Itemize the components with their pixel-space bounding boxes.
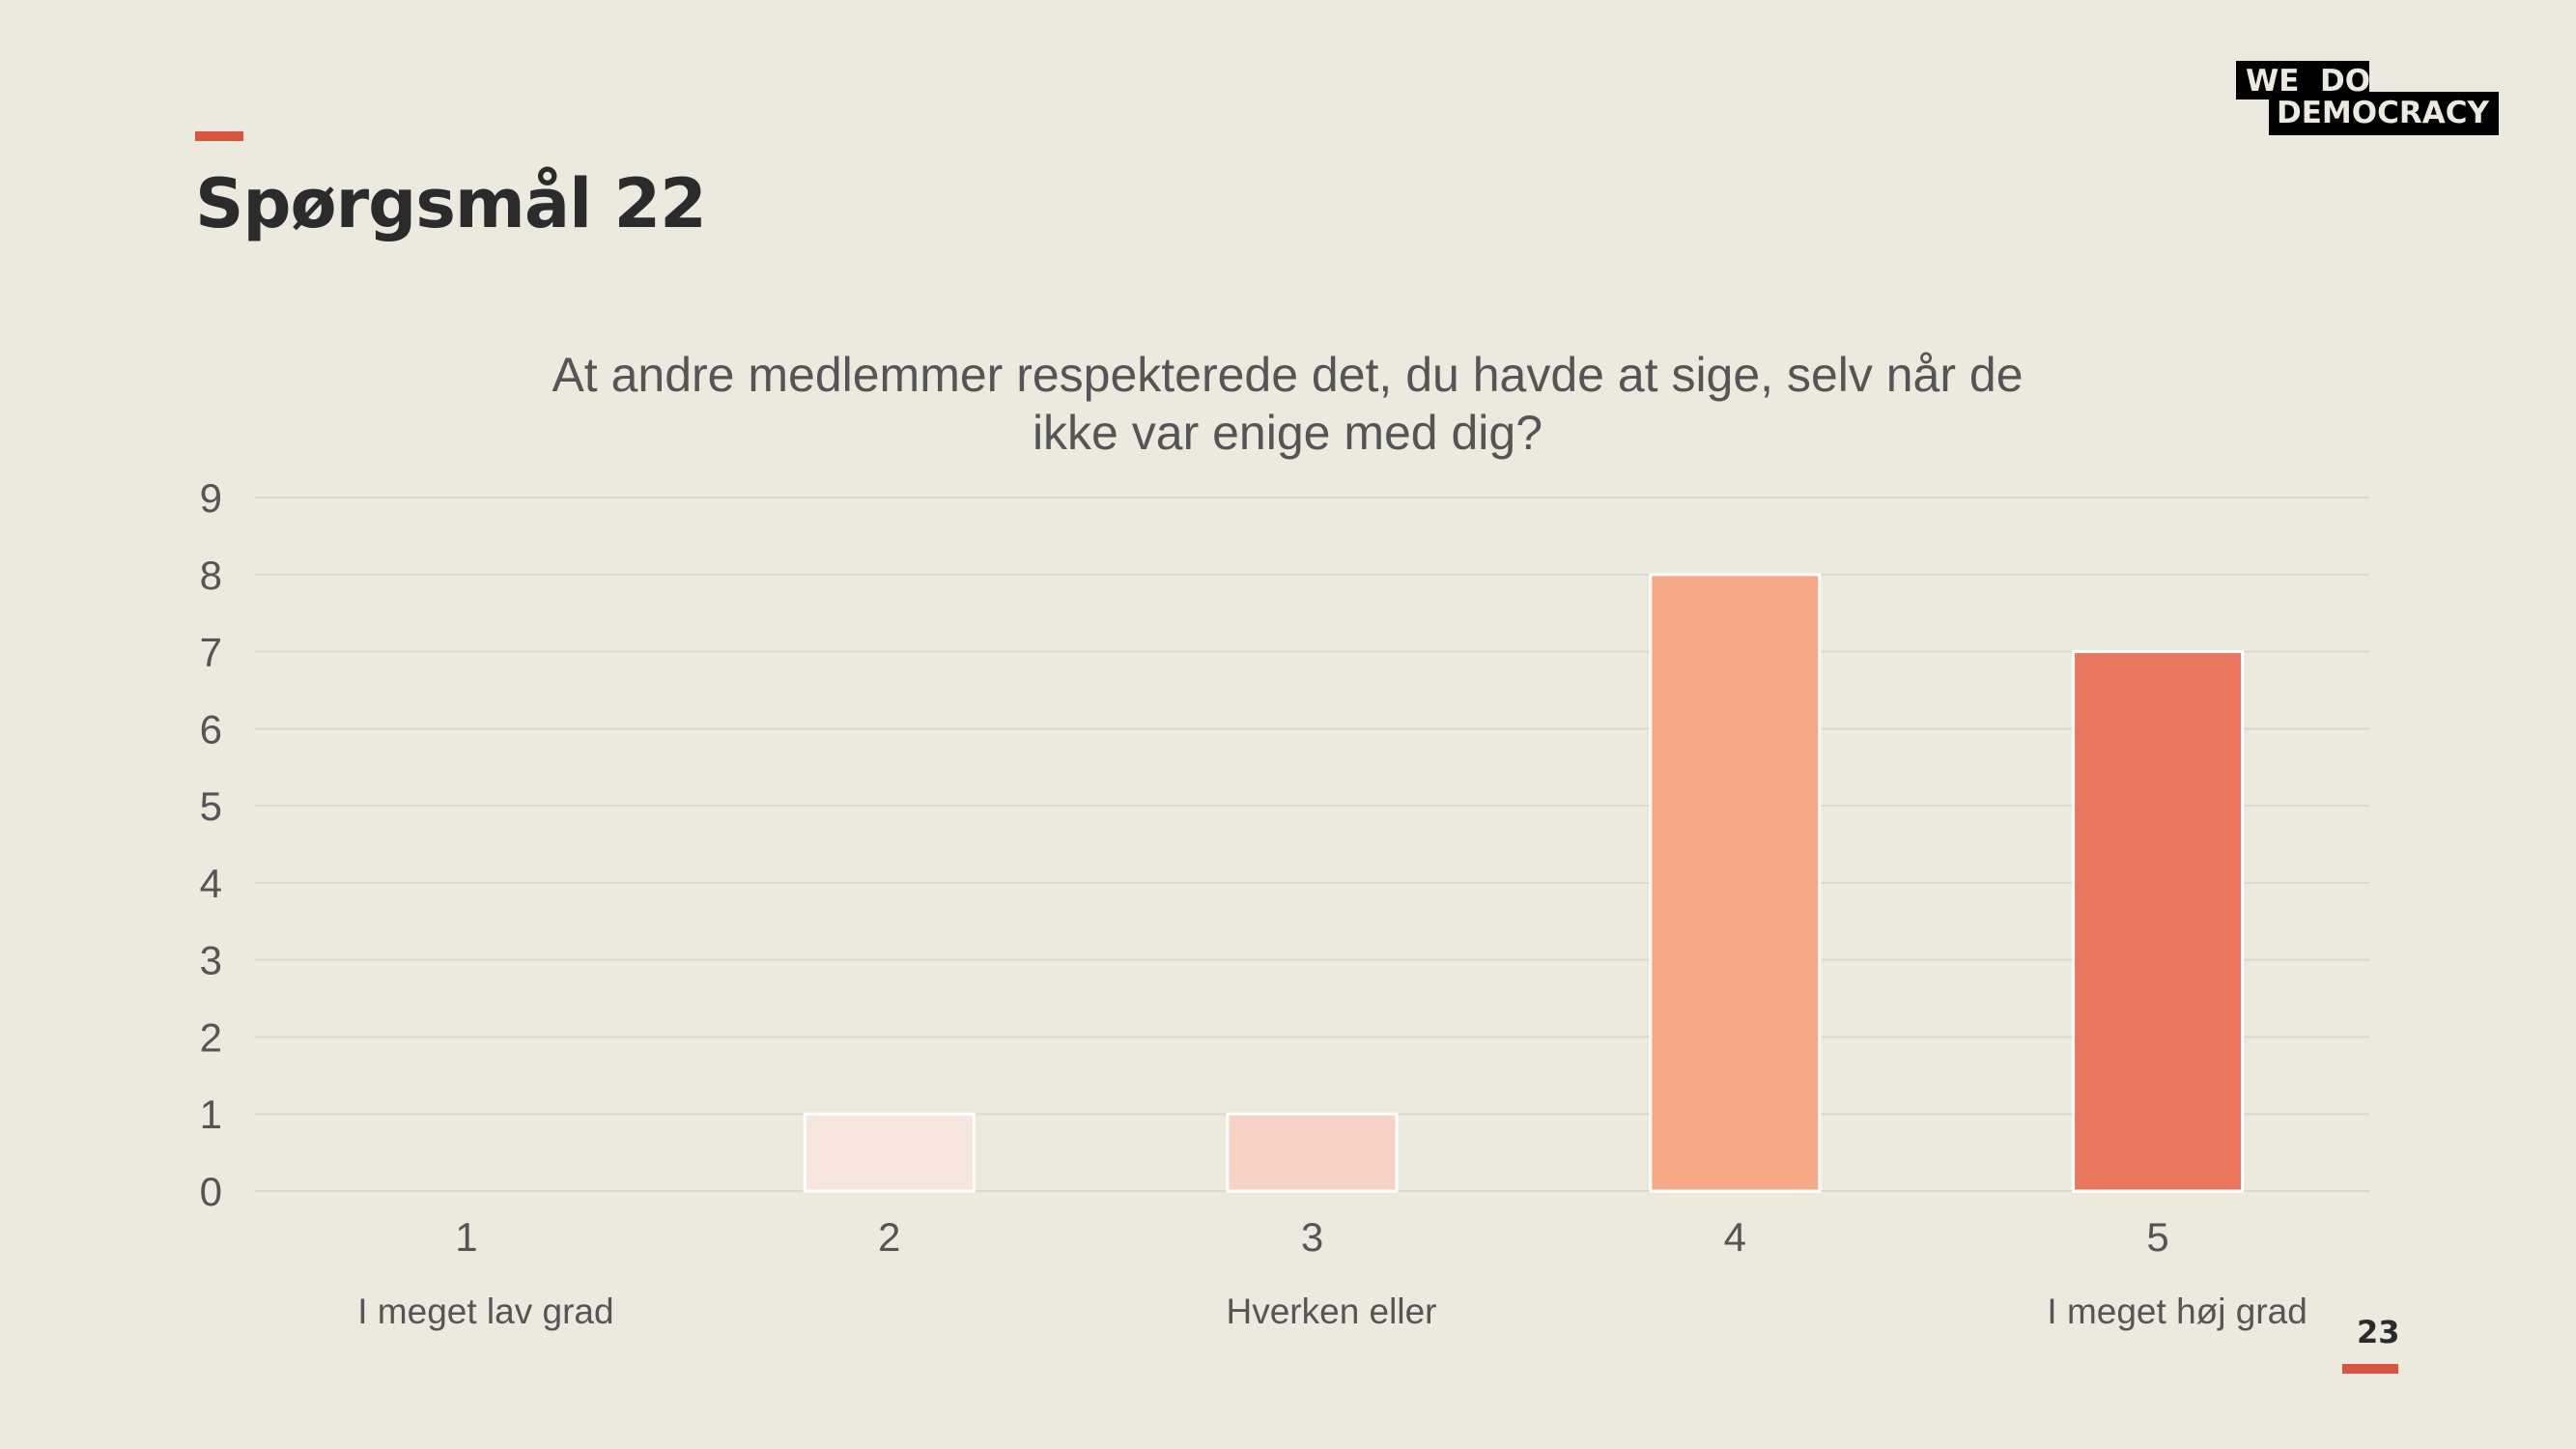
bar-2 — [803, 1112, 976, 1193]
x-tick-label: 3 — [1301, 1214, 1323, 1260]
y-tick-label: 5 — [200, 783, 222, 829]
x-tick-label: 1 — [455, 1214, 477, 1260]
y-tick-label: 9 — [200, 475, 222, 521]
y-tick-label: 0 — [200, 1169, 222, 1214]
x-tick-label: 2 — [878, 1214, 900, 1260]
page-number-accent-bar — [2342, 1364, 2398, 1374]
x-category-sublabel: I meget høj grad — [2047, 1292, 2307, 1331]
y-tick-label: 4 — [200, 861, 222, 906]
x-category-sublabel: Hverken eller — [1227, 1292, 1437, 1331]
y-tick-label: 7 — [200, 630, 222, 675]
page-number: 23 — [2357, 1314, 2400, 1350]
y-tick-label: 1 — [200, 1092, 222, 1137]
bar-5 — [2072, 650, 2245, 1193]
y-tick-label: 3 — [200, 938, 222, 983]
y-tick-label: 2 — [200, 1014, 222, 1060]
bar-chart: 0 1 2 3 4 5 6 7 8 9 1 I meget lav grad 2 3 Hverken ell… — [200, 475, 2369, 1331]
x-tick-label: 5 — [2146, 1214, 2168, 1260]
x-category-sublabel: I meget lav grad — [357, 1292, 613, 1331]
y-tick-label: 6 — [200, 706, 222, 752]
bar-3 — [1226, 1112, 1399, 1193]
bar-4 — [1649, 573, 1822, 1193]
x-tick-label: 4 — [1724, 1214, 1746, 1260]
y-tick-label: 8 — [200, 553, 222, 598]
